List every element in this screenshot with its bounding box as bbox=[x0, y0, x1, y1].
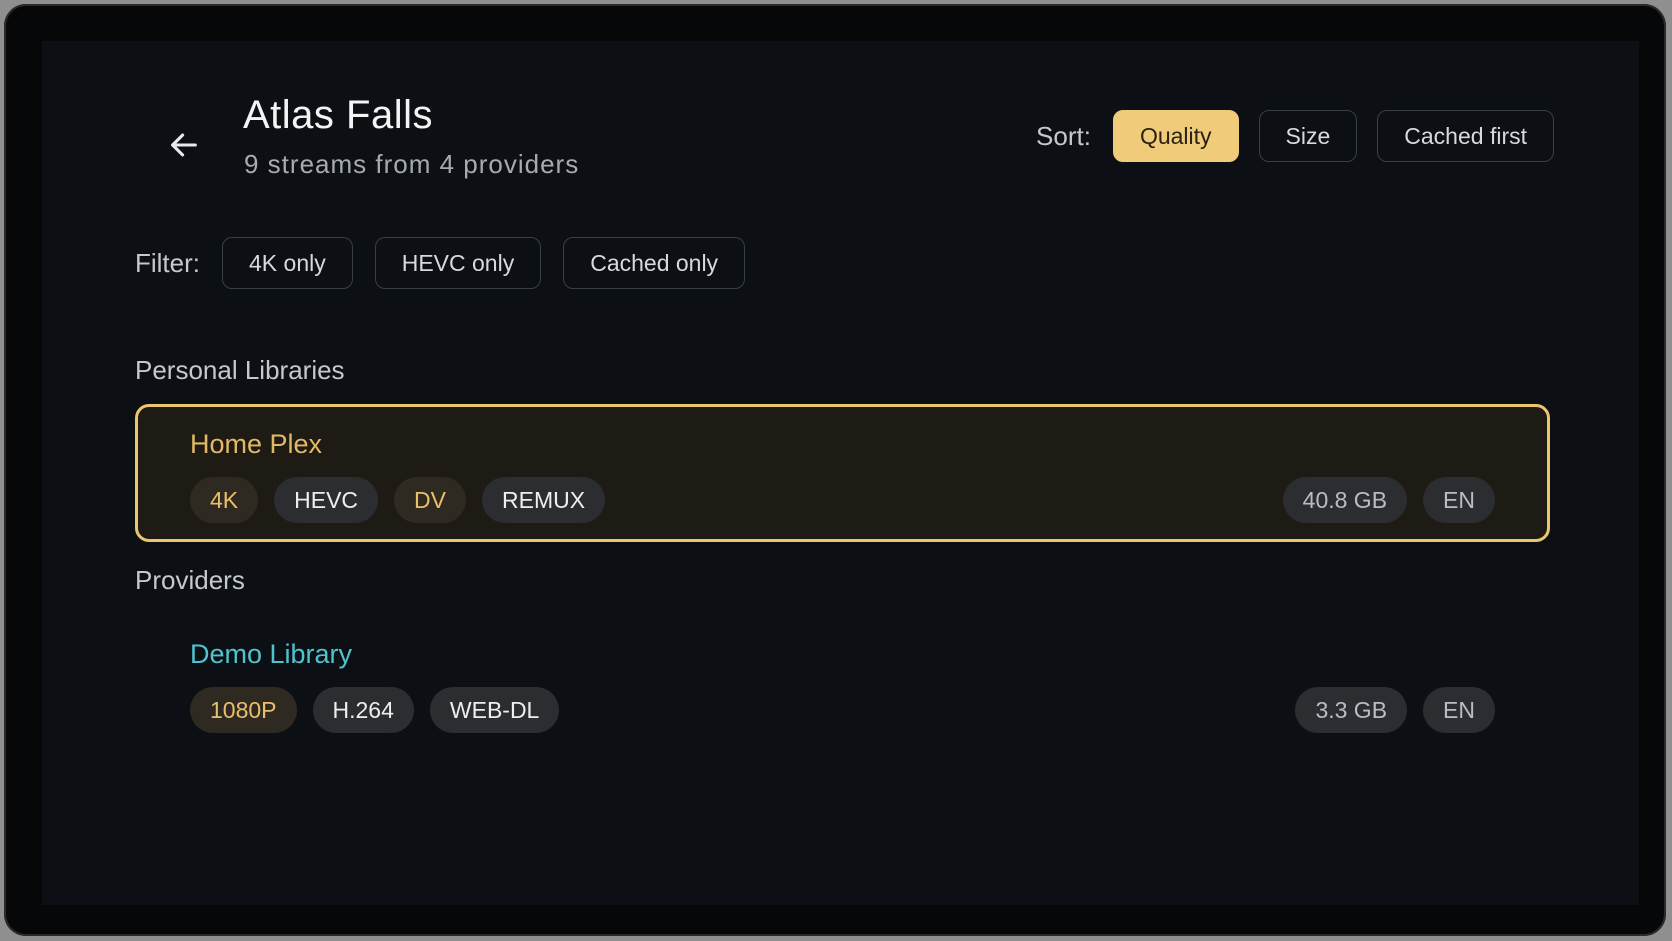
tag-badge: 1080P bbox=[190, 687, 297, 733]
tag-badge: 4K bbox=[190, 477, 259, 523]
tv-bezel: Atlas Falls 9 streams from 4 providers S… bbox=[4, 4, 1666, 936]
app-screen: Atlas Falls 9 streams from 4 providers S… bbox=[42, 41, 1639, 905]
tag-badge: WEB-DL bbox=[429, 687, 560, 733]
stream-card-home-plex[interactable]: Home Plex 4K HEVC DV REMUX 40.8 GB EN bbox=[135, 404, 1550, 542]
size-badge: 3.3 GB bbox=[1295, 687, 1408, 733]
stream-card-demo-library[interactable]: Demo Library 1080P H.264 WEB-DL 3.3 GB E… bbox=[135, 614, 1550, 752]
stream-name: Demo Library bbox=[190, 639, 353, 669]
sort-label: Sort: bbox=[1036, 120, 1091, 151]
section-heading-providers: Providers bbox=[135, 565, 245, 595]
tag-badge: H.264 bbox=[312, 687, 414, 733]
page-title: Atlas Falls bbox=[243, 93, 433, 137]
filter-hevc-only-button[interactable]: HEVC only bbox=[374, 237, 542, 289]
tag-badge: DV bbox=[394, 477, 466, 523]
sort-size-button[interactable]: Size bbox=[1258, 110, 1358, 162]
arrow-left-icon bbox=[171, 133, 197, 157]
stream-meta: 3.3 GB EN bbox=[1295, 687, 1495, 733]
size-badge: 40.8 GB bbox=[1282, 477, 1408, 523]
stream-meta: 40.8 GB EN bbox=[1282, 477, 1495, 523]
sort-bar: Sort: Quality Size Cached first bbox=[1036, 110, 1554, 162]
stream-tags: 1080P H.264 WEB-DL bbox=[190, 687, 560, 733]
tag-badge: REMUX bbox=[482, 477, 606, 523]
section-heading-personal-libraries: Personal Libraries bbox=[135, 355, 345, 385]
language-badge: EN bbox=[1423, 687, 1495, 733]
page-subtitle: 9 streams from 4 providers bbox=[244, 149, 580, 179]
filter-label: Filter: bbox=[135, 247, 200, 278]
language-badge: EN bbox=[1423, 477, 1495, 523]
stream-name: Home Plex bbox=[190, 429, 323, 459]
tag-badge: HEVC bbox=[274, 477, 379, 523]
sort-quality-button[interactable]: Quality bbox=[1112, 110, 1239, 162]
filter-4k-only-button[interactable]: 4K only bbox=[222, 237, 353, 289]
sort-cached-first-button[interactable]: Cached first bbox=[1377, 110, 1554, 162]
filter-bar: Filter: 4K only HEVC only Cached only bbox=[135, 237, 767, 289]
back-button[interactable] bbox=[158, 119, 210, 171]
filter-cached-only-button[interactable]: Cached only bbox=[563, 237, 746, 289]
stream-tags: 4K HEVC DV REMUX bbox=[190, 477, 606, 523]
